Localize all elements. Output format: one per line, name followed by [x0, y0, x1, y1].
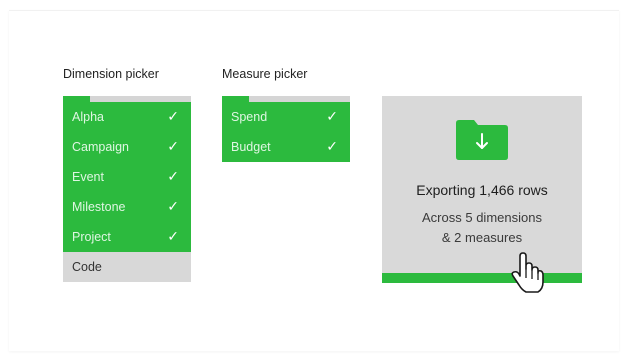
- dimension-item-label: Project: [72, 230, 111, 244]
- measure-picker-title: Measure picker: [222, 67, 308, 81]
- checkmark-icon: ✓: [167, 139, 179, 155]
- dimension-item-label: Alpha: [72, 110, 104, 124]
- dimension-item-project[interactable]: Project ✓: [63, 222, 191, 252]
- dimension-picker-title: Dimension picker: [63, 67, 159, 81]
- hand-pointer-icon: [511, 252, 544, 293]
- dimension-picker: Alpha ✓ Campaign ✓ Event ✓ Milestone ✓ P…: [63, 96, 191, 282]
- checkmark-icon: ✓: [326, 139, 338, 155]
- checkmark-icon: ✓: [167, 109, 179, 125]
- measure-picker: Spend ✓ Budget ✓: [222, 96, 350, 162]
- export-progress-bar: [382, 273, 582, 283]
- dimension-item-label: Milestone: [72, 200, 126, 214]
- dimension-item-label: Campaign: [72, 140, 129, 154]
- checkmark-icon: ✓: [167, 169, 179, 185]
- dimension-item-label: Event: [72, 170, 104, 184]
- export-subtitle-line2: & 2 measures: [441, 230, 523, 245]
- measure-picker-progress: [222, 96, 350, 102]
- checkmark-icon: ✓: [167, 229, 179, 245]
- dimension-picker-progress: [63, 96, 191, 102]
- dimension-item-event[interactable]: Event ✓: [63, 162, 191, 192]
- checkmark-icon: ✓: [167, 199, 179, 215]
- folder-download-icon: [456, 120, 508, 160]
- measure-item-label: Budget: [231, 140, 271, 154]
- dimension-item-milestone[interactable]: Milestone ✓: [63, 192, 191, 222]
- dimension-item-label: Code: [72, 260, 102, 274]
- measure-item-budget[interactable]: Budget ✓: [222, 132, 350, 162]
- export-subtitle-line1: Across 5 dimensions: [422, 210, 542, 225]
- measure-item-label: Spend: [231, 110, 268, 124]
- checkmark-icon: ✓: [326, 109, 338, 125]
- dimension-item-alpha[interactable]: Alpha ✓: [63, 102, 191, 132]
- dimension-item-campaign[interactable]: Campaign ✓: [63, 132, 191, 162]
- page: Dimension picker Alpha ✓ Campaign ✓ Even…: [0, 0, 629, 358]
- dimension-item-code[interactable]: Code: [63, 252, 191, 282]
- export-card[interactable]: Exporting 1,466 rows Across 5 dimensions…: [382, 96, 582, 283]
- measure-item-spend[interactable]: Spend ✓: [222, 102, 350, 132]
- export-title: Exporting 1,466 rows: [416, 182, 548, 198]
